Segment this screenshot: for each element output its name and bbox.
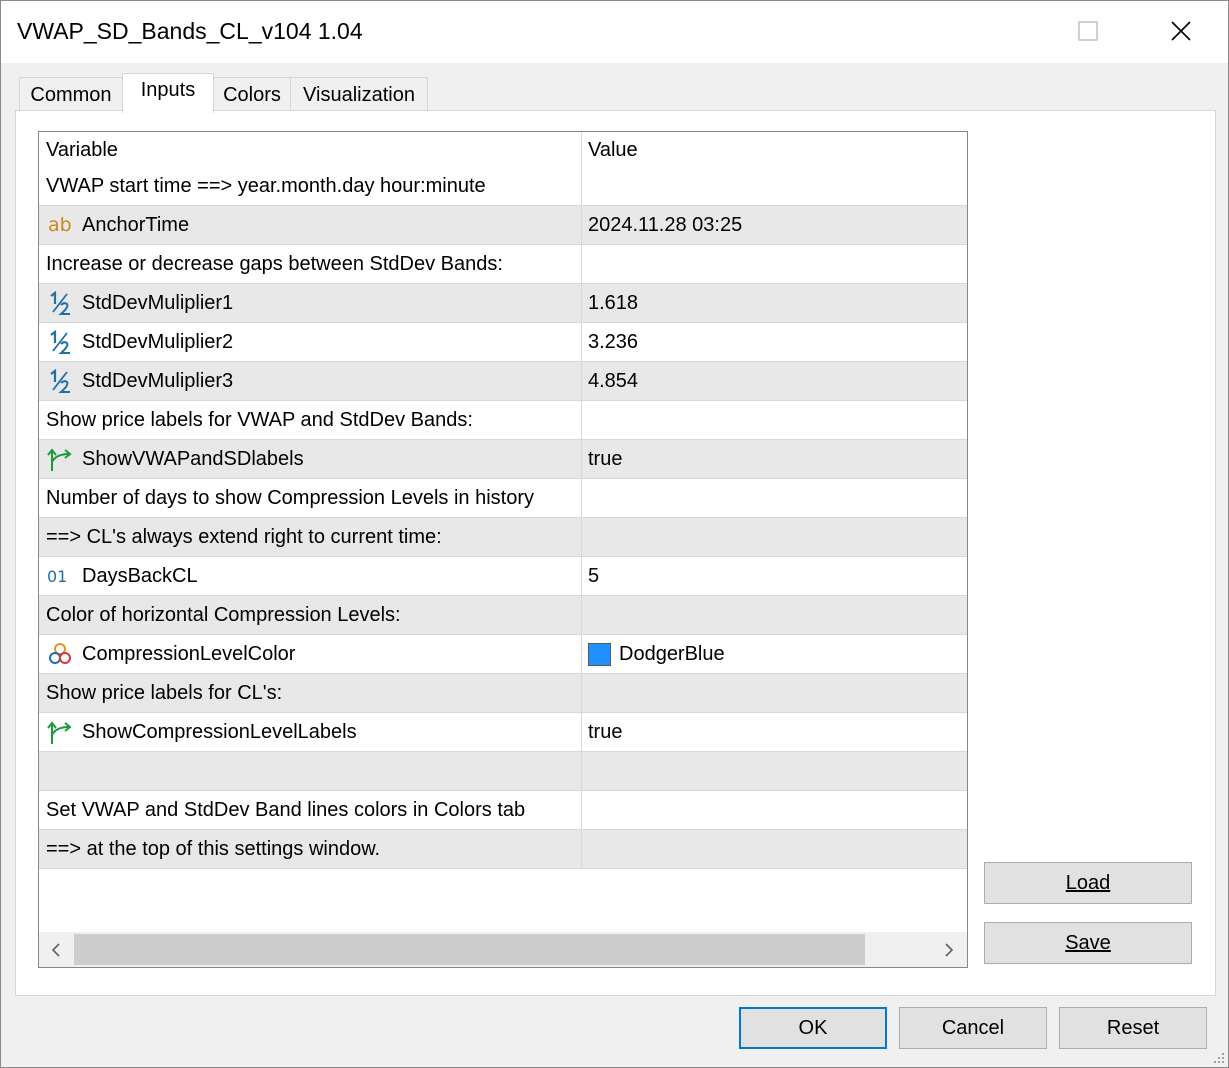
value-cell[interactable] <box>582 791 967 829</box>
value-cell[interactable] <box>582 479 967 517</box>
maximize-icon <box>1078 21 1098 41</box>
table-row[interactable]: Show price labels for VWAP and StdDev Ba… <box>39 401 967 440</box>
variable-cell: Color of horizontal Compression Levels: <box>39 596 582 634</box>
table-row[interactable]: CompressionLevelColor DodgerBlue <box>39 635 967 674</box>
value-cell[interactable]: 4.854 <box>582 362 967 400</box>
reset-button-label: Reset <box>1106 1016 1160 1039</box>
chevron-left-icon <box>51 942 60 957</box>
dialog-window: VWAP_SD_Bands_CL_v104 1.04 Common Inputs… <box>0 0 1229 1068</box>
maximize-button[interactable] <box>1042 1 1134 61</box>
table-row[interactable]: StdDevMuliplier2 3.236 <box>39 323 967 362</box>
integer-icon: 01 <box>46 562 74 590</box>
table-row[interactable]: Number of days to show Compression Level… <box>39 479 967 518</box>
table-row[interactable]: VWAP start time ==> year.month.day hour:… <box>39 167 967 206</box>
value-cell[interactable] <box>582 752 967 790</box>
save-button-label: Save <box>1065 931 1111 954</box>
table-row[interactable]: 01 DaysBackCL 5 <box>39 557 967 596</box>
variable-cell: ShowCompressionLevelLabels <box>39 713 582 751</box>
scrollbar-thumb[interactable] <box>74 934 865 965</box>
variable-cell: 01 DaysBackCL <box>39 557 582 595</box>
variable-cell: ShowVWAPandSDlabels <box>39 440 582 478</box>
value-cell[interactable]: 1.618 <box>582 284 967 322</box>
table-row[interactable]: StdDevMuliplier1 1.618 <box>39 284 967 323</box>
variable-cell: StdDevMuliplier3 <box>39 362 582 400</box>
header-variable[interactable]: Variable <box>39 132 582 168</box>
value-cell[interactable] <box>582 167 967 205</box>
close-icon <box>1171 21 1191 41</box>
reset-button[interactable]: Reset <box>1059 1007 1207 1049</box>
load-button-label: Load <box>1065 871 1111 894</box>
color-icon <box>46 640 74 668</box>
table-row[interactable]: ab AnchorTime 2024.11.28 03:25 <box>39 206 967 245</box>
string-icon: ab <box>46 211 74 239</box>
value-cell[interactable] <box>582 401 967 439</box>
variable-cell: VWAP start time ==> year.month.day hour:… <box>39 167 582 205</box>
table-row[interactable]: ==> CL's always extend right to current … <box>39 518 967 557</box>
tab-colors[interactable]: Colors <box>213 77 291 112</box>
save-button[interactable]: Save <box>984 922 1192 964</box>
tab-visualization[interactable]: Visualization <box>290 77 428 112</box>
tab-common[interactable]: Common <box>19 77 123 112</box>
svg-text:01: 01 <box>47 567 67 586</box>
variable-cell: Show price labels for CL's: <box>39 674 582 712</box>
variable-cell: Set VWAP and StdDev Band lines colors in… <box>39 791 582 829</box>
table-row[interactable]: Increase or decrease gaps between StdDev… <box>39 245 967 284</box>
cancel-button[interactable]: Cancel <box>899 1007 1047 1049</box>
ok-button-label: OK <box>798 1016 828 1039</box>
table-row[interactable]: ShowVWAPandSDlabels true <box>39 440 967 479</box>
variable-cell: ==> CL's always extend right to current … <box>39 518 582 556</box>
svg-text:ab: ab <box>48 214 72 236</box>
variable-cell: StdDevMuliplier2 <box>39 323 582 361</box>
tab-inputs[interactable]: Inputs <box>122 73 214 113</box>
double-icon <box>46 289 74 317</box>
table-row[interactable] <box>39 752 967 791</box>
window-title: VWAP_SD_Bands_CL_v104 1.04 <box>17 18 363 44</box>
variable-cell: ==> at the top of this settings window. <box>39 830 582 868</box>
variable-cell: Show price labels for VWAP and StdDev Ba… <box>39 401 582 439</box>
ok-button[interactable]: OK <box>739 1007 887 1049</box>
double-icon <box>46 367 74 395</box>
variable-cell <box>39 752 582 790</box>
value-cell[interactable] <box>582 245 967 283</box>
scroll-left-button[interactable] <box>39 932 73 967</box>
variable-cell: StdDevMuliplier1 <box>39 284 582 322</box>
value-cell[interactable]: DodgerBlue <box>582 635 967 673</box>
close-button[interactable] <box>1135 1 1227 61</box>
value-cell[interactable]: 3.236 <box>582 323 967 361</box>
header-value[interactable]: Value <box>582 132 967 168</box>
inputs-grid: Variable Value VWAP start time ==> year.… <box>38 131 968 968</box>
value-cell[interactable]: true <box>582 713 967 751</box>
variable-cell: Number of days to show Compression Level… <box>39 479 582 517</box>
value-cell[interactable]: 2024.11.28 03:25 <box>582 206 967 244</box>
grid-header: Variable Value <box>39 132 967 168</box>
table-row[interactable]: Color of horizontal Compression Levels: <box>39 596 967 635</box>
scroll-right-button[interactable] <box>932 932 966 967</box>
cancel-button-label: Cancel <box>941 1016 1005 1039</box>
value-cell[interactable] <box>582 830 967 868</box>
variable-cell: CompressionLevelColor <box>39 635 582 673</box>
table-row[interactable]: StdDevMuliplier3 4.854 <box>39 362 967 401</box>
table-row[interactable]: ShowCompressionLevelLabels true <box>39 713 967 752</box>
value-cell[interactable] <box>582 674 967 712</box>
color-swatch <box>588 642 611 666</box>
double-icon <box>46 328 74 356</box>
bool-icon <box>46 445 74 473</box>
table-row[interactable]: Show price labels for CL's: <box>39 674 967 713</box>
value-cell[interactable]: 5 <box>582 557 967 595</box>
bool-icon <box>46 718 74 746</box>
variable-cell: Increase or decrease gaps between StdDev… <box>39 245 582 283</box>
table-row[interactable]: Set VWAP and StdDev Band lines colors in… <box>39 791 967 830</box>
variable-cell: ab AnchorTime <box>39 206 582 244</box>
value-cell[interactable]: true <box>582 440 967 478</box>
horizontal-scrollbar[interactable] <box>39 932 967 967</box>
chevron-right-icon <box>945 942 954 957</box>
value-cell[interactable] <box>582 596 967 634</box>
value-cell[interactable] <box>582 518 967 556</box>
table-row[interactable]: ==> at the top of this settings window. <box>39 830 967 869</box>
title-bar[interactable]: VWAP_SD_Bands_CL_v104 1.04 <box>1 1 1228 63</box>
load-button[interactable]: Load <box>984 862 1192 904</box>
resize-grip-icon[interactable] <box>1211 1050 1225 1064</box>
